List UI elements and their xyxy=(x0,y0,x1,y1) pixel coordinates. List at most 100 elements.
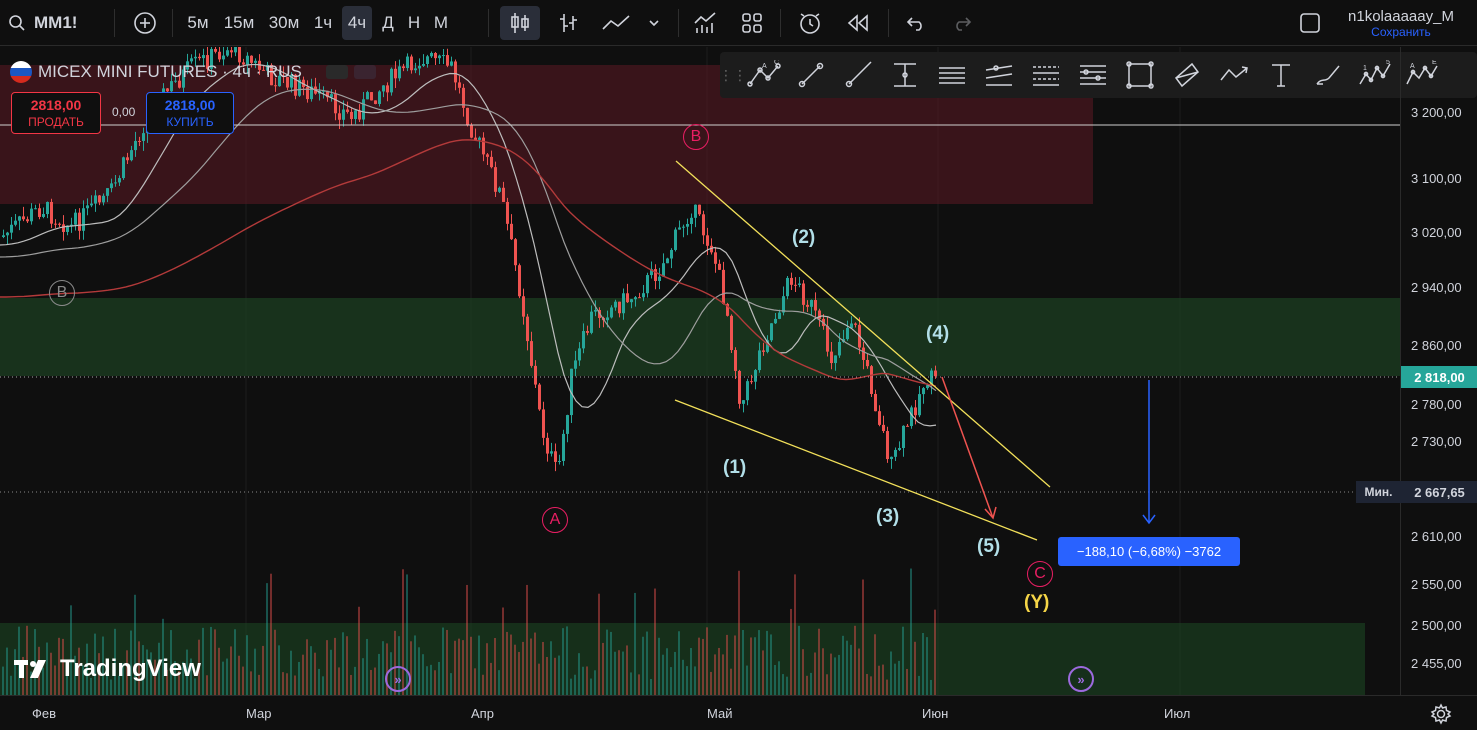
brush-tool[interactable] xyxy=(1304,55,1351,95)
wave-indicator-icon[interactable] xyxy=(353,65,376,79)
user-save-area[interactable]: n1kolaaaaay_M Сохранить xyxy=(1336,0,1466,46)
candle-body xyxy=(482,137,485,155)
projection-arrow[interactable] xyxy=(941,376,994,519)
interval-day[interactable]: Д xyxy=(376,0,400,46)
volume-bar xyxy=(858,648,860,695)
buy-button[interactable]: 2818,00 КУПИТЬ xyxy=(146,92,234,134)
time-axis[interactable]: Фев Мар Апр Май Июн Июл xyxy=(0,695,1477,730)
parallel-channel-tool[interactable] xyxy=(975,55,1022,95)
candle-body xyxy=(90,203,93,206)
candle-body xyxy=(114,182,117,184)
volume-bar xyxy=(310,646,312,695)
wave-label-5[interactable]: (5) xyxy=(977,536,1000,558)
event-marker-icon[interactable]: » xyxy=(1068,666,1094,692)
fib-extension-tool[interactable] xyxy=(1069,55,1116,95)
volume-bar xyxy=(634,592,636,695)
interval-30m[interactable]: 30м xyxy=(264,0,304,46)
vertical-arrow-tool[interactable] xyxy=(881,55,928,95)
wave-label-c[interactable]: C xyxy=(1027,561,1053,587)
price-tick: 3 200,00 xyxy=(1411,105,1462,120)
interval-label: 4ч xyxy=(347,13,367,32)
candle-body xyxy=(458,82,461,88)
volume-bar xyxy=(630,672,632,695)
fib-retracement-tool[interactable] xyxy=(1022,55,1069,95)
horizontal-lines-tool[interactable] xyxy=(928,55,975,95)
volume-bar xyxy=(266,583,268,695)
price-axis[interactable]: 3 200,00 3 100,00 3 020,00 2 940,00 2 86… xyxy=(1400,47,1477,695)
interval-week[interactable]: Н xyxy=(402,0,426,46)
volume-bar xyxy=(766,630,768,695)
fullscreen-button[interactable] xyxy=(1296,0,1324,46)
candle-body xyxy=(878,411,881,425)
compare-symbol-button[interactable] xyxy=(128,0,162,46)
candle-body xyxy=(490,156,493,168)
ray-tool[interactable] xyxy=(834,55,881,95)
candle-body xyxy=(590,311,593,333)
volume-bar xyxy=(778,661,780,695)
wave-label-1[interactable]: (1) xyxy=(723,457,746,479)
redo-button[interactable] xyxy=(946,0,978,46)
volume-bar xyxy=(510,634,512,695)
candle-body xyxy=(86,205,89,209)
tradingview-logo[interactable]: TradingView xyxy=(14,655,201,683)
undo-button[interactable] xyxy=(900,0,932,46)
layouts-button[interactable] xyxy=(734,0,770,46)
volume-bar xyxy=(414,635,416,695)
candle-body xyxy=(586,331,589,333)
legend-title[interactable]: MICEX MINI FUTURES · 4ч · RUS xyxy=(38,62,302,82)
volume-bar xyxy=(834,657,836,695)
candle-body xyxy=(506,201,509,224)
volume-bar xyxy=(742,629,744,695)
interval-5m[interactable]: 5м xyxy=(182,0,214,46)
bars-chart-type-button[interactable] xyxy=(552,0,584,46)
interval-4h[interactable]: 4ч xyxy=(342,6,372,40)
alert-button[interactable] xyxy=(792,0,828,46)
candle-body xyxy=(706,235,709,246)
text-tool[interactable] xyxy=(1257,55,1304,95)
volume-bar xyxy=(894,663,896,695)
indicators-button[interactable] xyxy=(688,0,724,46)
volume-bar xyxy=(546,656,548,695)
channel-tool[interactable] xyxy=(1163,55,1210,95)
wave-label-b[interactable]: B xyxy=(683,124,709,150)
save-label[interactable]: Сохранить xyxy=(1371,25,1431,39)
elliott-impulse-tool[interactable]: 15 xyxy=(1351,55,1398,95)
wave-label-y[interactable]: (Y) xyxy=(1024,592,1049,614)
demand-zone[interactable] xyxy=(0,298,1400,376)
interval-15m[interactable]: 15м xyxy=(220,0,258,46)
sell-button[interactable]: 2818,00 ПРОДАТЬ xyxy=(11,92,101,134)
candle-body xyxy=(510,223,513,240)
wave-label-3[interactable]: (3) xyxy=(876,506,899,528)
wave-label-a[interactable]: A xyxy=(542,507,568,533)
candle-body xyxy=(394,68,397,79)
path-tool[interactable] xyxy=(1210,55,1257,95)
wave-label-b-left[interactable]: B xyxy=(49,280,75,306)
candle-body xyxy=(406,56,409,69)
volume-bar xyxy=(470,636,472,695)
rectangle-tool[interactable] xyxy=(1116,55,1163,95)
trend-line-tool[interactable] xyxy=(787,55,834,95)
volume-bar xyxy=(870,676,872,695)
interval-month[interactable]: М xyxy=(428,0,454,46)
candles-chart-type-button[interactable] xyxy=(500,6,540,40)
axis-settings-button[interactable] xyxy=(1430,703,1452,725)
chart-type-dropdown[interactable] xyxy=(642,0,666,46)
line-chart-type-button[interactable] xyxy=(598,0,634,46)
drag-handle-icon[interactable]: ⋮⋮ xyxy=(719,55,747,95)
wave-label-2[interactable]: (2) xyxy=(792,227,815,249)
elliott-abc-tool[interactable]: AC xyxy=(740,55,787,95)
candle-body xyxy=(422,63,425,66)
volume-bar xyxy=(678,631,680,695)
measure-label[interactable]: −188,10 (−6,68%) −3762 xyxy=(1058,537,1240,566)
volume-bar xyxy=(638,674,640,695)
volume-bar xyxy=(218,647,220,695)
volume-bar xyxy=(782,674,784,695)
volume-bar xyxy=(290,650,292,695)
wave-label-4[interactable]: (4) xyxy=(926,323,949,345)
volume-bar xyxy=(362,658,364,695)
interval-1h[interactable]: 1ч xyxy=(308,0,338,46)
hide-legend-icon[interactable] xyxy=(325,65,348,79)
replay-button[interactable] xyxy=(840,0,876,46)
event-marker-icon[interactable]: » xyxy=(385,666,411,692)
symbol-search-button[interactable]: MM1! xyxy=(8,0,98,46)
